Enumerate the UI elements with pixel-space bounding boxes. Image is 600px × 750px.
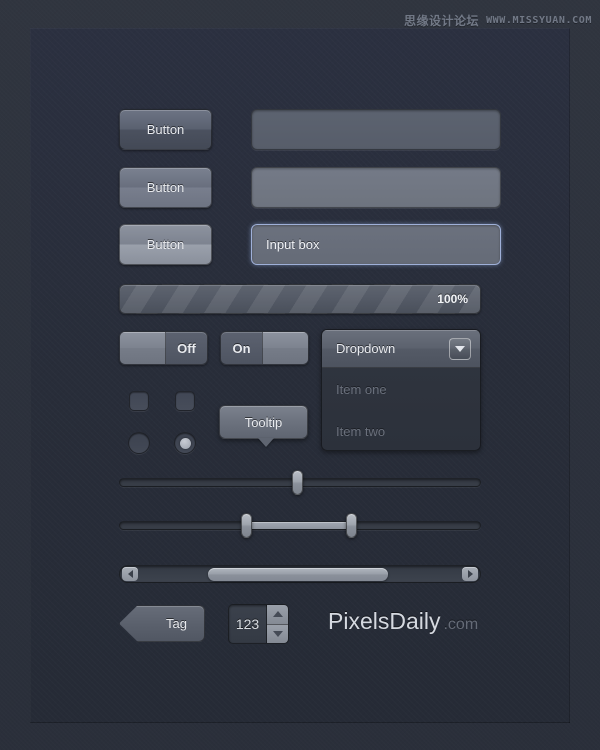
checkbox-unchecked-2[interactable] [175, 391, 195, 411]
dropdown-item-two-label: Item two [336, 423, 386, 439]
button-active-label: Button [146, 237, 185, 252]
row-button-field-1: Button [119, 109, 501, 150]
tooltip-pointer [258, 438, 274, 447]
text-input-focused-value: Input box [266, 237, 320, 252]
toggle-switch-off[interactable]: Off [119, 331, 208, 365]
progress-bar-label: 100% [437, 292, 468, 306]
tooltip: Tooltip [219, 405, 308, 447]
button-hover[interactable]: Button [119, 167, 212, 208]
number-stepper-value: 123 [235, 616, 260, 632]
slider-range-fill [244, 522, 349, 529]
triangle-right-icon[interactable] [462, 567, 478, 581]
text-input-hover[interactable] [251, 167, 501, 208]
row-button-field-3: Button Input box [119, 224, 501, 265]
radio-checked[interactable] [174, 432, 196, 454]
slider-single-handle[interactable] [292, 470, 303, 495]
watermark: 思缘设计论坛 WWW.MISSYUAN.COM [404, 12, 592, 29]
chevron-down-icon[interactable] [449, 337, 471, 360]
dropdown-menu[interactable]: Dropdown Item one Item two [321, 329, 481, 451]
toggle-on-text: On [221, 332, 262, 364]
toggle-switch-on[interactable]: On [220, 331, 309, 365]
triangle-left-glyph [127, 570, 133, 578]
horizontal-scrollbar[interactable] [119, 565, 481, 583]
checkbox-unchecked-1[interactable] [129, 391, 149, 411]
slider-range-track[interactable] [119, 513, 481, 538]
number-stepper[interactable]: 123 [228, 604, 289, 644]
button-hover-label: Button [146, 180, 185, 195]
row-button-field-2: Button [119, 167, 501, 208]
toggle-on-knob[interactable] [262, 332, 308, 364]
chevron-down-glyph [455, 345, 465, 352]
toggle-off-label: Off [177, 340, 196, 356]
toggle-on-label: On [232, 340, 251, 356]
number-stepper-arrows [266, 605, 288, 643]
button-normal-label: Button [146, 122, 185, 137]
slider-range-handle-low[interactable] [241, 513, 252, 538]
radio-unchecked[interactable] [128, 432, 150, 454]
toggle-off-text: Off [166, 332, 207, 364]
dropdown-item-one-label: Item one [336, 381, 387, 397]
text-input-normal[interactable] [251, 109, 501, 150]
dropdown-item-two[interactable]: Item two [322, 410, 480, 450]
radio-checked-dot [179, 437, 191, 449]
triangle-down-icon[interactable] [267, 624, 288, 643]
button-active[interactable]: Button [119, 224, 212, 265]
text-input-focused[interactable]: Input box [251, 224, 501, 265]
dropdown-selected-label: Dropdown [336, 341, 396, 356]
tag-chip-label: Tag [166, 616, 187, 631]
triangle-up-glyph [272, 611, 283, 618]
triangle-right-glyph [467, 570, 473, 578]
number-stepper-value-box[interactable]: 123 [229, 605, 266, 643]
toggle-off-knob[interactable] [120, 332, 166, 364]
tooltip-label: Tooltip [244, 414, 283, 430]
slider-single-track[interactable] [119, 470, 481, 495]
button-normal[interactable]: Button [119, 109, 212, 150]
watermark-url-text: WWW.MISSYUAN.COM [486, 15, 592, 26]
scrollbar-thumb[interactable] [208, 568, 388, 581]
triangle-left-icon[interactable] [122, 567, 138, 581]
brand-logo: PixelsDaily .com [328, 608, 478, 635]
triangle-down-glyph [272, 630, 283, 637]
progress-bar: 100% [119, 284, 481, 314]
slider-range-handle-high[interactable] [346, 513, 357, 538]
brand-logo-tld: .com [443, 616, 479, 633]
triangle-up-icon[interactable] [267, 605, 288, 625]
watermark-chinese-text: 思缘设计论坛 [404, 14, 480, 28]
dropdown-header[interactable]: Dropdown [322, 330, 480, 368]
brand-logo-name: PixelsDaily [328, 608, 441, 634]
dropdown-item-one[interactable]: Item one [322, 368, 480, 410]
